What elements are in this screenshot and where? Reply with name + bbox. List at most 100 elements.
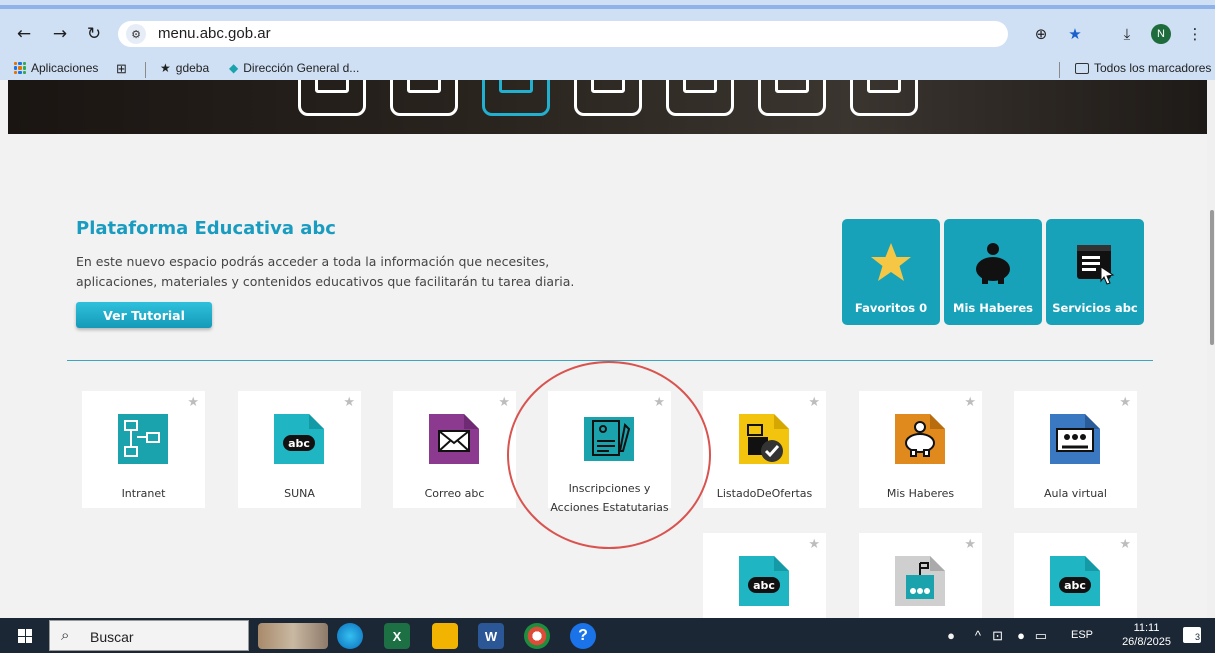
apps-grid-icon	[14, 62, 26, 74]
mail-icon	[429, 414, 479, 464]
tile-correo-abc[interactable]: ★ Correo abc	[393, 391, 516, 508]
chevron-up-icon[interactable]: ^	[975, 628, 981, 643]
tile-abc-row2-2[interactable]: ★ abc	[1014, 533, 1137, 618]
hero-banner	[8, 80, 1207, 134]
page-scrollbar[interactable]	[1207, 80, 1215, 618]
tile-suna[interactable]: ★ abc SUNA	[238, 391, 361, 508]
chrome-browser-icon[interactable]	[524, 623, 550, 649]
school-icon	[895, 556, 945, 606]
help-icon[interactable]: ?	[570, 623, 596, 649]
clock[interactable]: 11:11 26/8/2025	[1122, 621, 1171, 649]
favorite-star-icon[interactable]: ★	[964, 395, 976, 410]
bookmark-direccion-label: Dirección General d...	[243, 61, 360, 75]
favorites-card[interactable]: Favoritos 0	[842, 219, 940, 325]
url-text[interactable]: menu.abc.gob.ar	[158, 25, 271, 42]
banner-document-icon[interactable]	[758, 80, 826, 116]
abc-logo-icon: abc	[739, 556, 789, 606]
search-placeholder: Buscar	[90, 629, 134, 645]
svg-text:abc: abc	[288, 437, 310, 450]
services-screen-icon	[1077, 245, 1115, 285]
favorite-star-icon[interactable]: ★	[1119, 395, 1131, 410]
forward-button[interactable]: →	[48, 22, 72, 46]
reload-button[interactable]: ↻	[82, 22, 106, 46]
favorite-star-icon[interactable]: ★	[808, 395, 820, 410]
banner-upload-icon[interactable]	[850, 80, 918, 116]
word-icon[interactable]: W	[478, 623, 504, 649]
taskbar-widget-village-icon[interactable]	[258, 623, 328, 649]
banner-form-icon[interactable]	[482, 80, 550, 116]
banner-mail-icon[interactable]	[574, 80, 642, 116]
tile-label: ListadoDeOfertas	[716, 487, 813, 500]
page-description: En este nuevo espacio podrás acceder a t…	[76, 254, 575, 289]
edge-browser-icon[interactable]	[337, 623, 363, 649]
bookmark-gdeba[interactable]: ★ gdeba	[160, 61, 209, 75]
virtual-classroom-icon	[1050, 414, 1100, 464]
svg-text:abc: abc	[1064, 579, 1086, 592]
tile-aula-virtual[interactable]: ★ Aula virtual	[1014, 391, 1137, 508]
monitor-tray-icon[interactable]: ▭	[1035, 628, 1047, 644]
favorite-star-icon[interactable]: ★	[1119, 537, 1131, 552]
tile-label: SUNA	[284, 487, 315, 500]
download-icon[interactable]: ⤓	[1115, 22, 1139, 46]
bookmark-apps[interactable]: Aplicaciones	[14, 61, 98, 75]
bookmark-separator	[1059, 62, 1060, 78]
toolbar-actions: ⊕ ★ ⤓ N ⋮	[1029, 22, 1207, 46]
favorite-star-icon[interactable]: ★	[187, 395, 199, 410]
mis-haberes-label: Mis Haberes	[953, 301, 1033, 315]
site-info-icon[interactable]: ⚙	[126, 24, 146, 44]
servicios-abc-label: Servicios abc	[1052, 301, 1138, 315]
scrollbar-thumb[interactable]	[1210, 210, 1214, 345]
tile-label: Mis Haberes	[886, 487, 955, 500]
tile-listado-de-ofertas[interactable]: ★ ListadoDeOfertas	[703, 391, 826, 508]
tile-abc-row2-1[interactable]: ★ abc	[703, 533, 826, 618]
piggy-bank-icon	[895, 414, 945, 464]
browser-tab-strip	[0, 0, 1215, 9]
svg-text:abc: abc	[753, 579, 775, 592]
bookmark-direccion-general[interactable]: ◆ Dirección General d...	[229, 61, 359, 75]
all-bookmarks[interactable]: Todos los marcadores	[1075, 61, 1211, 75]
excel-icon[interactable]: X	[384, 623, 410, 649]
favorite-star-icon[interactable]: ★	[343, 395, 355, 410]
tutorial-button[interactable]: Ver Tutorial	[76, 302, 212, 328]
favorite-star-icon[interactable]: ★	[964, 537, 976, 552]
menu-kebab-icon[interactable]: ⋮	[1183, 22, 1207, 46]
tab-groups-icon[interactable]: ⊞	[116, 61, 127, 77]
network-tray-icon[interactable]: ⊡	[992, 628, 1003, 644]
notifications-icon[interactable]: 3	[1183, 627, 1201, 643]
mis-haberes-card[interactable]: Mis Haberes	[944, 219, 1042, 325]
tile-label: Aula virtual	[1044, 487, 1107, 500]
back-button[interactable]: ←	[12, 22, 36, 46]
job-listing-icon	[739, 414, 789, 464]
banner-monitor-icon[interactable]	[390, 80, 458, 116]
file-explorer-icon[interactable]	[432, 623, 458, 649]
servicios-abc-card[interactable]: Servicios abc	[1046, 219, 1144, 325]
bookmark-separator	[145, 62, 146, 78]
language-indicator[interactable]: ESP	[1071, 629, 1093, 641]
help-tray-icon[interactable]: ●	[947, 628, 955, 643]
favorite-star-icon[interactable]: ★	[498, 395, 510, 410]
highlight-circle-annotation	[507, 361, 711, 549]
windows-taskbar: ⌕ Buscar X W ? ● ^ ⊡ ● ▭ ESP 11:11 26/8/…	[0, 618, 1215, 653]
abc-logo-icon: abc	[1050, 556, 1100, 606]
profile-button[interactable]: N	[1149, 22, 1173, 46]
search-icon: ⌕	[61, 627, 70, 644]
all-bookmarks-label: Todos los marcadores	[1094, 61, 1212, 75]
network-icon	[118, 414, 168, 464]
banner-services-icon[interactable]	[298, 80, 366, 116]
zoom-icon[interactable]: ⊕	[1029, 22, 1053, 46]
address-bar[interactable]: ⚙ menu.abc.gob.ar	[118, 21, 1008, 47]
favorites-label: Favoritos 0	[854, 301, 928, 315]
taskbar-search-input[interactable]: ⌕ Buscar	[49, 620, 249, 651]
bookmark-star-icon[interactable]: ★	[1063, 22, 1087, 46]
avatar: N	[1151, 24, 1171, 44]
bookmark-favicon-icon: ◆	[229, 61, 239, 75]
tile-intranet[interactable]: ★ Intranet	[82, 391, 205, 508]
windows-start-icon[interactable]	[18, 629, 32, 643]
banner-school-icon[interactable]	[666, 80, 734, 116]
tile-school-row2[interactable]: ★	[859, 533, 982, 618]
favorite-star-icon[interactable]: ★	[808, 537, 820, 552]
app-tray-icon[interactable]: ●	[1017, 628, 1025, 643]
tile-mis-haberes[interactable]: ★ Mis Haberes	[859, 391, 982, 508]
bookmark-apps-label: Aplicaciones	[31, 61, 99, 75]
tile-label: Intranet	[121, 487, 166, 500]
